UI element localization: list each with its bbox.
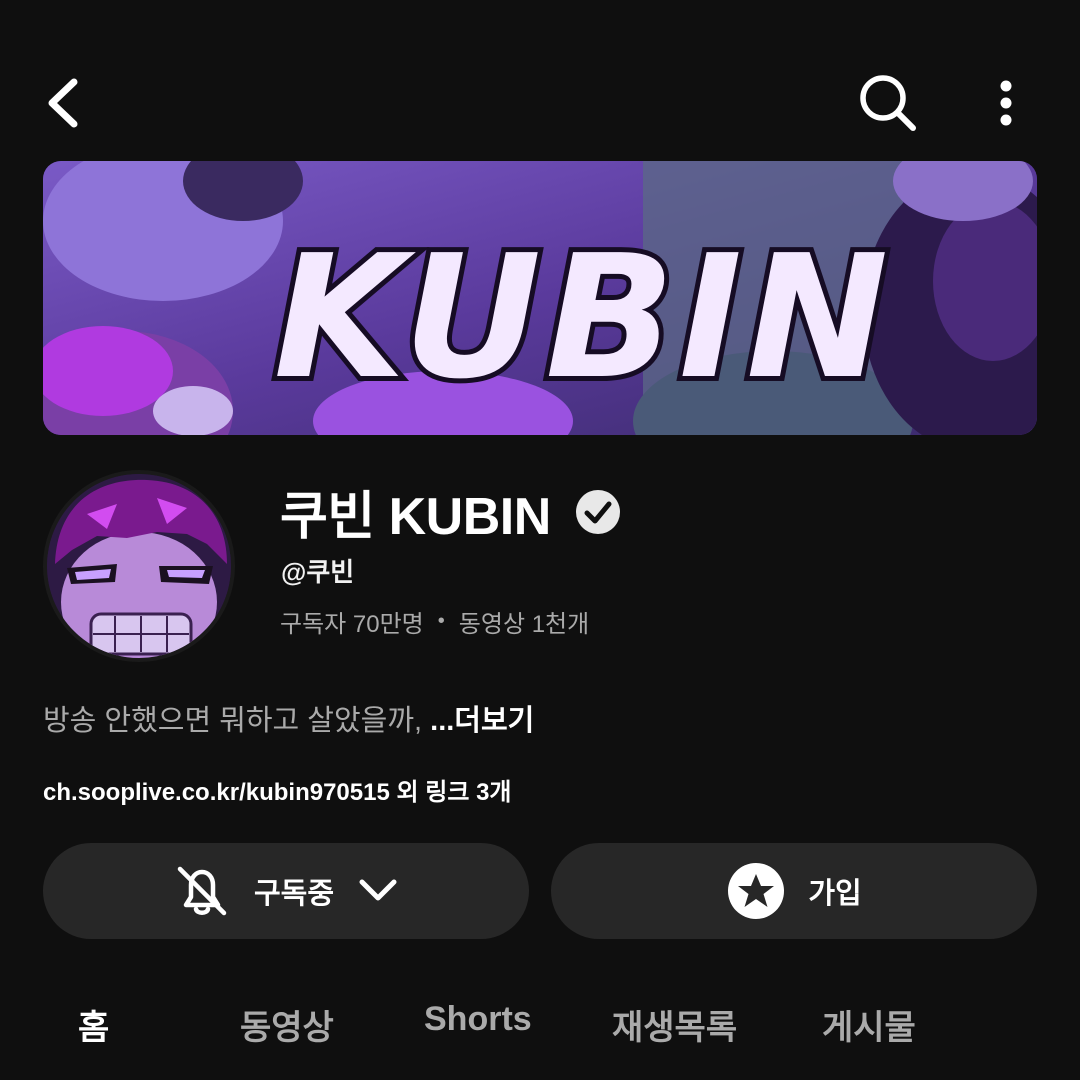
search-button[interactable] bbox=[852, 68, 924, 138]
tab-videos[interactable]: 동영상 bbox=[240, 1000, 334, 1049]
description-text: 방송 안했으면 뭐하고 살았을까, bbox=[43, 705, 423, 737]
star-badge-icon bbox=[728, 863, 785, 919]
banner-logo-text: KUBIN bbox=[274, 219, 893, 417]
extra-links-label[interactable]: 외 링크 3개 bbox=[397, 779, 512, 806]
subscriber-count: 구독자 70만명 bbox=[280, 611, 424, 638]
channel-avatar[interactable] bbox=[43, 470, 235, 662]
channel-tabs: 홈 동영상 Shorts 재생목록 게시물 bbox=[0, 1000, 1080, 1060]
banner-artwork: KUBIN bbox=[43, 161, 1037, 435]
back-button[interactable] bbox=[30, 68, 94, 138]
channel-description[interactable]: 방송 안했으면 뭐하고 살았을까, ...더보기 bbox=[43, 697, 534, 739]
join-label: 가입 bbox=[808, 878, 862, 910]
tab-posts[interactable]: 게시물 bbox=[822, 1000, 916, 1049]
avatar-illustration bbox=[47, 474, 231, 658]
more-link[interactable]: ...더보기 bbox=[430, 705, 534, 737]
subscribe-label: 구독중 bbox=[253, 878, 335, 910]
join-button[interactable]: 가입 bbox=[551, 843, 1037, 939]
chevron-down-icon bbox=[359, 879, 397, 901]
channel-links[interactable]: ch.sooplive.co.kr/kubin970515 외 링크 3개 bbox=[43, 772, 512, 807]
bell-off-icon bbox=[177, 866, 227, 916]
tab-shorts[interactable]: Shorts bbox=[424, 1000, 532, 1039]
stats-separator: • bbox=[437, 610, 445, 632]
channel-stats: 구독자 70만명 • 동영상 1천개 bbox=[280, 604, 589, 639]
more-options-button[interactable] bbox=[976, 68, 1036, 138]
tab-playlists[interactable]: 재생목록 bbox=[612, 1000, 737, 1049]
subscribed-button[interactable]: 구독중 bbox=[43, 843, 529, 939]
channel-name: 쿠빈 KUBIN bbox=[280, 488, 551, 546]
tab-home[interactable]: 홈 bbox=[78, 1000, 109, 1049]
channel-handle: @쿠빈 bbox=[281, 557, 355, 587]
video-count: 동영상 1천개 bbox=[458, 611, 590, 638]
channel-link[interactable]: ch.sooplive.co.kr/kubin970515 bbox=[43, 779, 390, 806]
more-vertical-icon bbox=[1000, 80, 1012, 126]
channel-title: 쿠빈 KUBIN bbox=[280, 474, 621, 549]
verified-check-icon bbox=[575, 489, 620, 534]
chevron-left-icon bbox=[48, 78, 78, 128]
channel-banner: KUBIN bbox=[43, 161, 1037, 435]
search-icon bbox=[860, 75, 916, 131]
